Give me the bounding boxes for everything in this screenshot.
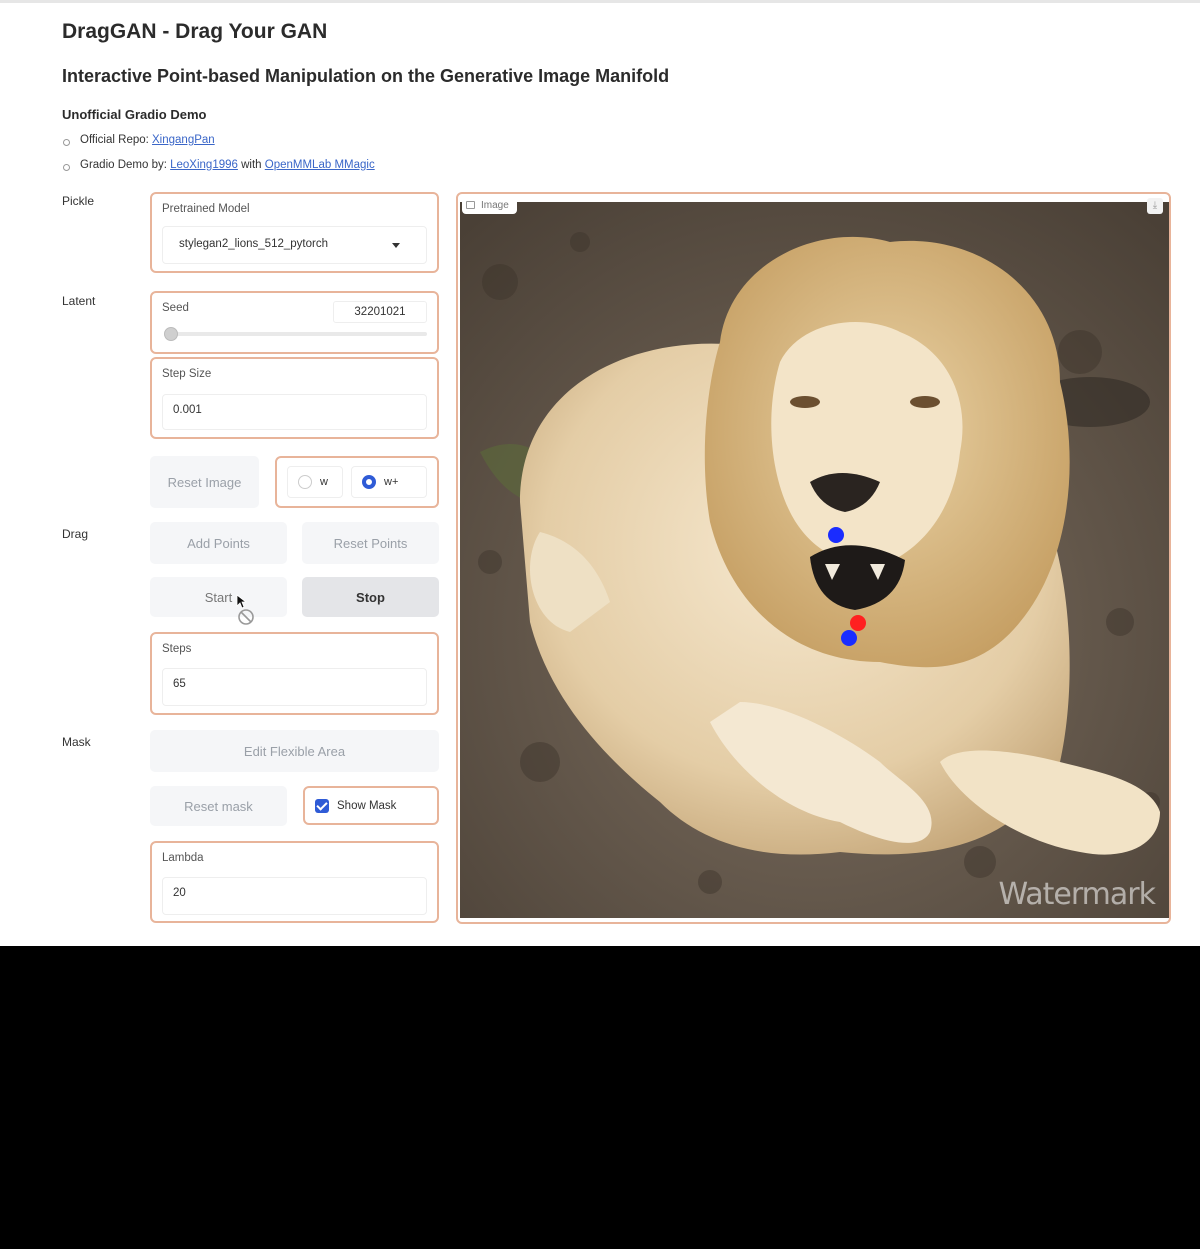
target-point-1[interactable] [850,615,866,631]
image-tag: Image [462,196,517,214]
official-repo-prefix: Official Repo: [80,134,153,146]
app-window: DragGAN - Drag Your GAN Interactive Poin… [0,0,1200,946]
lambda-label: Lambda [162,852,204,864]
radio-w-circle [298,475,312,489]
lion-right-eye [910,396,940,408]
page-subtitle: Interactive Point-based Manipulation on … [62,66,670,86]
pretrained-model-group: Pretrained Model stylegan2_lions_512_pyt… [150,192,439,273]
with-text: with [237,159,265,171]
steps-input[interactable]: 65 [162,668,427,706]
step-size-input[interactable]: 0.001 [162,394,427,430]
seed-slider-thumb[interactable] [164,327,178,341]
radio-w[interactable]: w [287,466,343,498]
step-size-label: Step Size [162,368,212,380]
stop-button[interactable]: Stop [302,577,439,617]
pretrained-model-label: Pretrained Model [162,203,250,215]
label-pickle: Pickle [62,194,95,208]
download-icon[interactable]: ⤓ [1147,198,1163,214]
add-points-button[interactable]: Add Points [150,522,287,564]
radio-wplus-label: w+ [384,476,399,488]
seed-slider-track[interactable] [168,332,427,336]
checkbox-checked-icon [315,798,329,813]
top-border [0,0,1200,3]
show-mask-checkbox[interactable]: Show Mask [303,786,439,825]
lambda-input[interactable]: 20 [162,877,427,915]
step-size-group: Step Size 0.001 [150,357,439,439]
label-drag: Drag [62,527,89,541]
image-icon [466,201,475,209]
seed-number-input[interactable]: 32201021 [333,301,427,323]
watermark-text: Watermark [998,877,1156,912]
link-openmmlab-mmagic[interactable]: OpenMMLab MMagic [265,159,375,171]
latent-space-radio-group: w w+ [275,456,439,508]
lambda-group: Lambda 20 [150,841,439,923]
edit-flexible-area-button[interactable]: Edit Flexible Area [150,730,439,772]
pretrained-model-dropdown[interactable]: stylegan2_lions_512_pytorch [162,226,427,264]
pretrained-model-value: stylegan2_lions_512_pytorch [179,238,328,250]
list-item-gradio-demo: Gradio Demo by: LeoXing1996 with OpenMML… [63,159,375,171]
radio-wplus-circle [362,475,376,489]
page-title: DragGAN - Drag Your GAN [62,20,328,43]
label-latent: Latent [62,294,96,308]
reset-image-button[interactable]: Reset Image [150,456,259,508]
reset-points-button[interactable]: Reset Points [302,522,439,564]
chevron-down-icon [392,243,400,248]
radio-w-label: w [320,476,328,488]
lion-left-eye [790,396,820,408]
steps-group: Steps 65 [150,632,439,715]
seed-label: Seed [162,302,189,314]
show-mask-label: Show Mask [337,799,397,812]
radio-wplus[interactable]: w+ [351,466,427,498]
label-mask: Mask [62,735,91,749]
link-leoxing1996[interactable]: LeoXing1996 [170,159,238,171]
image-tag-label: Image [481,199,509,211]
generated-lion-image[interactable] [460,202,1170,918]
link-xingangpan[interactable]: XingangPan [152,134,215,146]
image-panel: Image ⤓ Watermark [456,192,1171,924]
section-heading: Unofficial Gradio Demo [62,107,207,122]
seed-group: Seed 32201021 [150,291,439,354]
reset-mask-button[interactable]: Reset mask [150,786,287,826]
steps-label: Steps [162,643,192,655]
list-item-official-repo: Official Repo: XingangPan [63,134,215,146]
start-button[interactable]: Start [150,577,287,617]
handle-point-1[interactable] [828,527,844,543]
mouse-cursor-icon [236,594,254,625]
gradio-demo-prefix: Gradio Demo by: [80,159,171,171]
handle-point-2[interactable] [841,630,857,646]
